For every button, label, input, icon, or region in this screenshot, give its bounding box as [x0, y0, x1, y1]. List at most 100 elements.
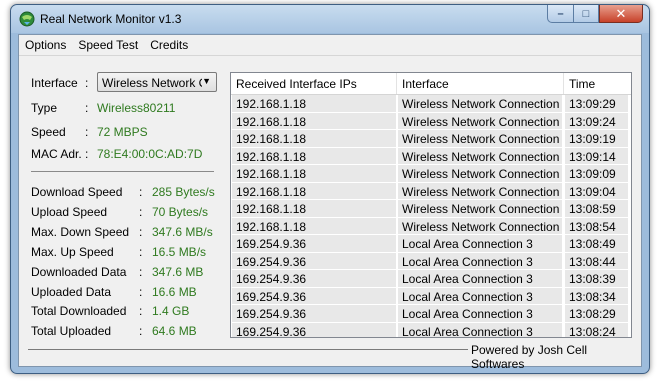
ip-cell: 169.254.9.36: [232, 305, 396, 322]
colon: :: [85, 147, 89, 161]
column-header-interface[interactable]: Interface: [397, 73, 564, 94]
stat-label: Download Speed: [31, 185, 123, 199]
colon: :: [139, 304, 143, 318]
column-header-time[interactable]: Time: [564, 73, 631, 94]
ip-cell: 192.168.1.18: [232, 217, 396, 234]
menu-credits[interactable]: Credits: [144, 35, 194, 55]
time-cell: 13:08:29: [565, 305, 628, 322]
ip-list-table[interactable]: Received Interface IPs Interface Time 19…: [230, 72, 632, 338]
table-row[interactable]: 169.254.9.36 Local Area Connection 3 13:08…: [231, 235, 631, 253]
interface-cell: Local Area Connection 3: [398, 305, 562, 322]
interface-select[interactable]: Wireless Network Co ▼: [97, 72, 217, 92]
ip-cell: 169.254.9.36: [232, 252, 396, 269]
table-header: Received Interface IPs Interface Time: [231, 73, 631, 95]
time-cell: 13:08:34: [565, 287, 628, 304]
ip-cell: 192.168.1.18: [232, 182, 396, 199]
table-row[interactable]: 192.168.1.18 Wireless Network Connection 1…: [231, 217, 631, 236]
colon: :: [139, 285, 143, 299]
interface-cell: Wireless Network Connection: [398, 130, 562, 147]
table-row[interactable]: 169.254.9.36 Local Area Connection 3 13:08…: [231, 305, 631, 323]
table-row[interactable]: 169.254.9.36 Local Area Connection 3 13:08…: [231, 252, 631, 271]
mac-label: MAC Adr.: [31, 147, 82, 161]
time-cell: 13:08:44: [565, 252, 628, 269]
colon: :: [139, 185, 143, 199]
app-window: Real Network Monitor v1.3 – □ ✕ Options …: [10, 4, 650, 374]
stat-label: Max. Down Speed: [31, 225, 130, 239]
colon: :: [139, 324, 143, 338]
ip-cell: 192.168.1.18: [232, 112, 396, 129]
ip-cell: 169.254.9.36: [232, 322, 396, 337]
colon: :: [139, 225, 143, 239]
network-globe-icon: [19, 11, 35, 27]
minimize-button[interactable]: –: [547, 5, 573, 23]
title-bar[interactable]: Real Network Monitor v1.3 – □ ✕: [11, 5, 649, 33]
colon: :: [85, 76, 89, 90]
speed-value: 72 MBPS: [97, 125, 148, 139]
table-row[interactable]: 192.168.1.18 Wireless Network Connection 1…: [231, 147, 631, 166]
interface-cell: Wireless Network Connection: [398, 147, 562, 164]
ip-cell: 192.168.1.18: [232, 165, 396, 182]
interface-cell: Local Area Connection 3: [398, 322, 562, 337]
stat-value: 70 Bytes/s: [152, 205, 209, 219]
type-label: Type: [31, 101, 58, 115]
stat-label: Upload Speed: [31, 205, 108, 219]
ip-cell: 192.168.1.18: [232, 147, 396, 164]
type-value: Wireless80211: [97, 101, 176, 115]
time-cell: 13:09:24: [565, 112, 628, 129]
divider: [31, 171, 214, 172]
ip-cell: 169.254.9.36: [232, 287, 396, 304]
interface-cell: Local Area Connection 3: [398, 270, 562, 287]
column-header-ips[interactable]: Received Interface IPs: [231, 73, 397, 94]
dropdown-arrow-icon: ▼: [202, 76, 211, 86]
speed-label: Speed: [31, 125, 66, 139]
stat-value: 347.6 MB: [152, 265, 204, 279]
time-cell: 13:09:04: [565, 182, 628, 199]
stat-value: 16.6 MB: [152, 285, 197, 299]
table-row[interactable]: 169.254.9.36 Local Area Connection 3 13:08…: [231, 270, 631, 288]
ip-cell: 192.168.1.18: [232, 95, 396, 112]
interface-cell: Wireless Network Connection: [398, 165, 562, 182]
ip-cell: 169.254.9.36: [232, 270, 396, 287]
time-cell: 13:09:09: [565, 165, 628, 182]
table-row[interactable]: 192.168.1.18 Wireless Network Connection 1…: [231, 200, 631, 218]
stat-label: Downloaded Data: [31, 265, 127, 279]
time-cell: 13:09:19: [565, 130, 628, 147]
close-button[interactable]: ✕: [599, 5, 643, 23]
interface-cell: Local Area Connection 3: [398, 235, 562, 252]
interface-cell: Wireless Network Connection: [398, 217, 562, 234]
time-cell: 13:08:54: [565, 217, 628, 234]
stat-label: Total Uploaded: [31, 324, 112, 338]
menu-bar: Options Speed Test Credits: [19, 35, 641, 56]
table-row[interactable]: 192.168.1.18 Wireless Network Connection 1…: [231, 95, 631, 113]
table-row[interactable]: 192.168.1.18 Wireless Network Connection 1…: [231, 130, 631, 148]
time-cell: 13:08:49: [565, 235, 628, 252]
table-row[interactable]: 192.168.1.18 Wireless Network Connection 1…: [231, 182, 631, 201]
stat-label: Max. Up Speed: [31, 245, 114, 259]
window-title: Real Network Monitor v1.3: [40, 12, 182, 26]
menu-speed-test[interactable]: Speed Test: [72, 35, 144, 55]
interface-cell: Wireless Network Connection: [398, 200, 562, 217]
time-cell: 13:08:59: [565, 200, 628, 217]
colon: :: [139, 205, 143, 219]
interface-cell: Wireless Network Connection: [398, 112, 562, 129]
stat-value: 285 Bytes/s: [152, 185, 215, 199]
stat-label: Uploaded Data: [31, 285, 112, 299]
interface-cell: Wireless Network Connection: [398, 95, 562, 112]
ip-cell: 169.254.9.36: [232, 235, 396, 252]
table-row[interactable]: 169.254.9.36 Local Area Connection 3 13:08…: [231, 322, 631, 337]
table-row[interactable]: 169.254.9.36 Local Area Connection 3 13:08…: [231, 287, 631, 306]
colon: :: [139, 265, 143, 279]
colon: :: [85, 125, 89, 139]
maximize-button[interactable]: □: [573, 5, 599, 23]
table-body: 192.168.1.18 Wireless Network Connection 1…: [231, 95, 631, 337]
time-cell: 13:08:39: [565, 270, 628, 287]
interface-cell: Wireless Network Connection: [398, 182, 562, 199]
caption-buttons: – □ ✕: [547, 5, 643, 23]
menu-options[interactable]: Options: [19, 35, 72, 55]
footer-divider: [28, 349, 468, 350]
table-row[interactable]: 192.168.1.18 Wireless Network Connection 1…: [231, 112, 631, 131]
colon: :: [85, 101, 89, 115]
stat-value: 64.6 MB: [152, 324, 197, 338]
table-row[interactable]: 192.168.1.18 Wireless Network Connection 1…: [231, 165, 631, 183]
client-area: Options Speed Test Credits Interface : W…: [18, 34, 642, 371]
